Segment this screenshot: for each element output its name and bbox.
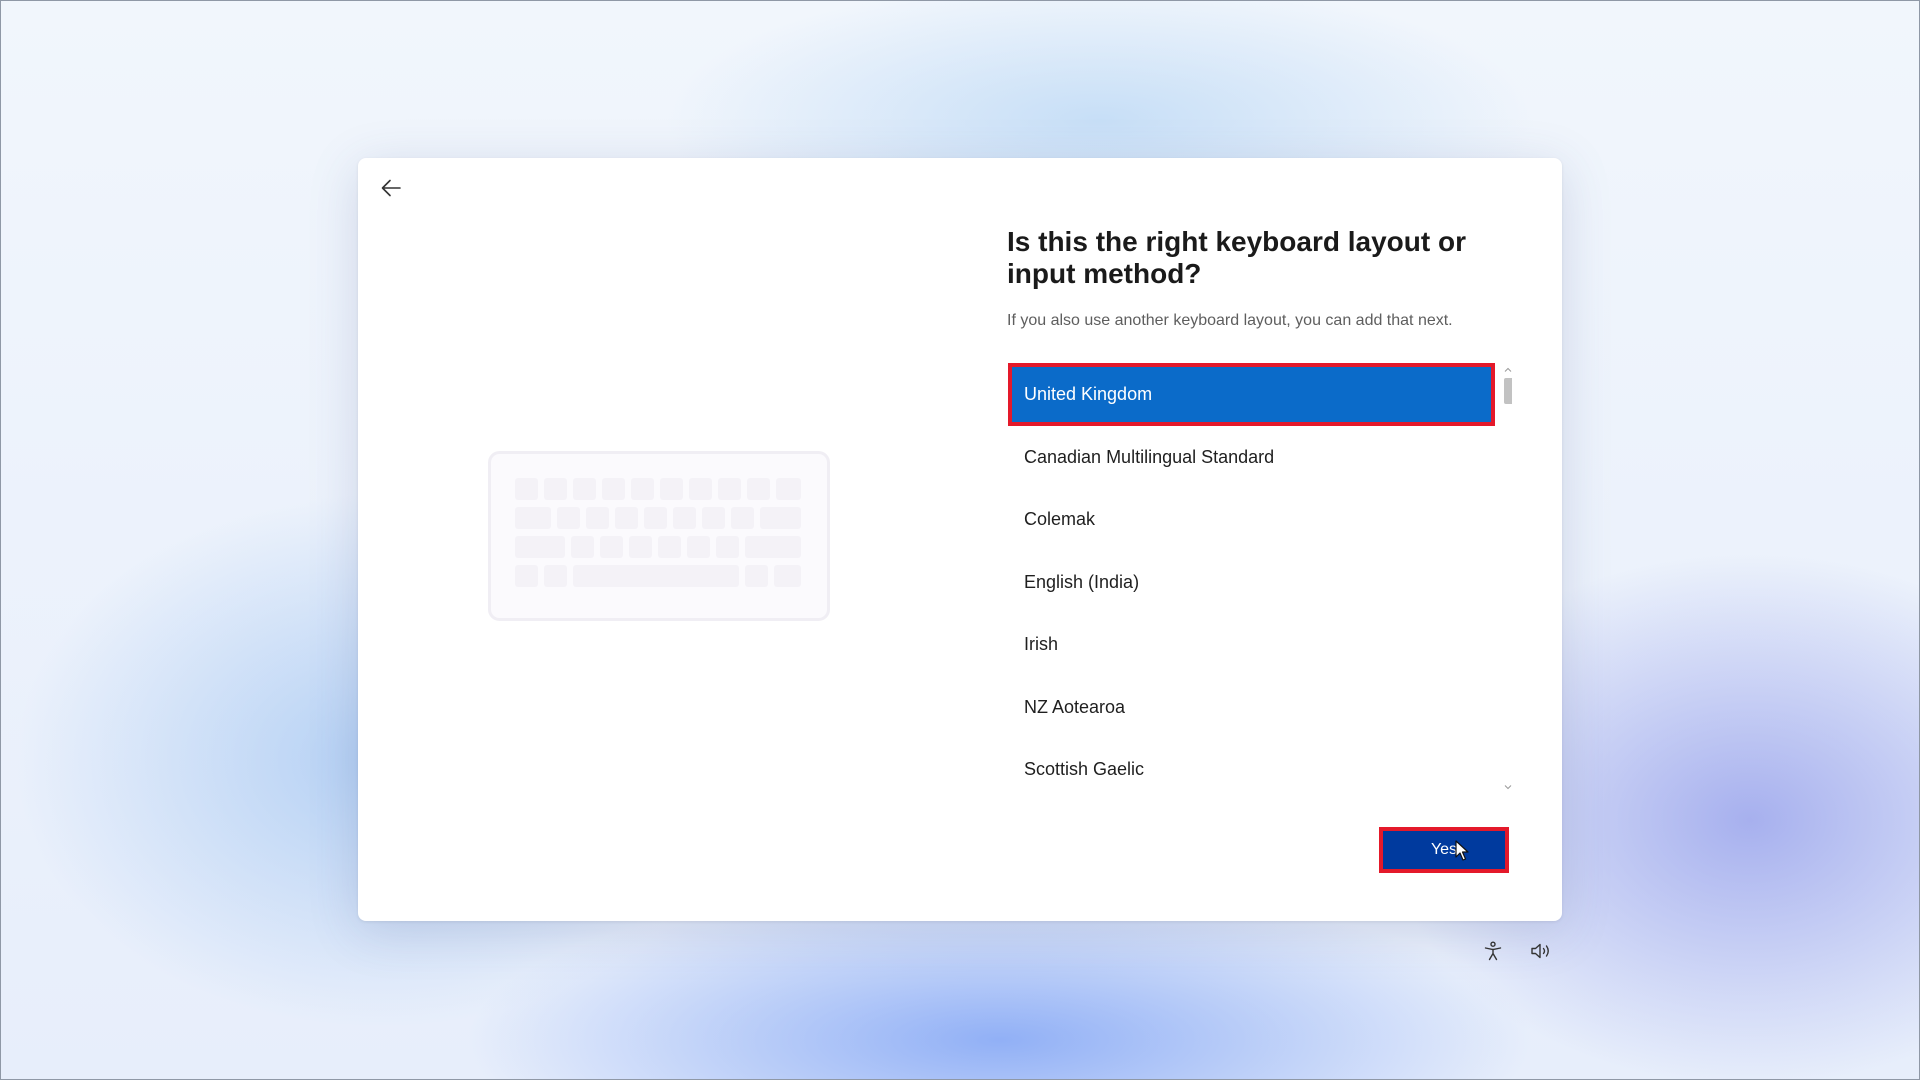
keyboard-layout-dialog: Is this the right keyboard layout or inp… — [358, 158, 1562, 921]
chevron-down-icon — [1504, 784, 1512, 789]
layout-option-united-kingdom[interactable]: United Kingdom — [1008, 363, 1495, 426]
layout-option-canadian-multilingual-standard[interactable]: Canadian Multilingual Standard — [1008, 426, 1495, 489]
layout-option-english-india[interactable]: English (India) — [1008, 551, 1495, 614]
scroll-up-button[interactable] — [1502, 363, 1512, 375]
layout-options: United Kingdom Canadian Multilingual Sta… — [1008, 363, 1495, 793]
accessibility-button[interactable] — [1479, 937, 1507, 965]
keyboard-layout-list[interactable]: United Kingdom Canadian Multilingual Sta… — [1008, 363, 1512, 793]
page-title: Is this the right keyboard layout or inp… — [1007, 226, 1466, 289]
accessibility-icon — [1484, 941, 1502, 961]
scrollbar-thumb[interactable] — [1504, 378, 1512, 404]
layout-option-irish[interactable]: Irish — [1008, 613, 1495, 676]
page-subtitle: If you also use another keyboard layout,… — [1007, 312, 1453, 329]
yes-button[interactable]: Yes — [1379, 827, 1509, 873]
list-scrollbar[interactable] — [1502, 363, 1512, 793]
volume-button[interactable] — [1527, 937, 1555, 965]
chevron-up-icon — [1504, 367, 1512, 372]
back-button[interactable] — [373, 170, 409, 206]
keyboard-illustration — [488, 451, 830, 621]
layout-option-colemak[interactable]: Colemak — [1008, 488, 1495, 551]
layout-option-scottish-gaelic[interactable]: Scottish Gaelic — [1008, 738, 1495, 793]
layout-option-nz-aotearoa[interactable]: NZ Aotearoa — [1008, 676, 1495, 739]
volume-icon — [1531, 943, 1549, 959]
arrow-left-icon — [381, 179, 401, 197]
scroll-down-button[interactable] — [1502, 781, 1512, 793]
